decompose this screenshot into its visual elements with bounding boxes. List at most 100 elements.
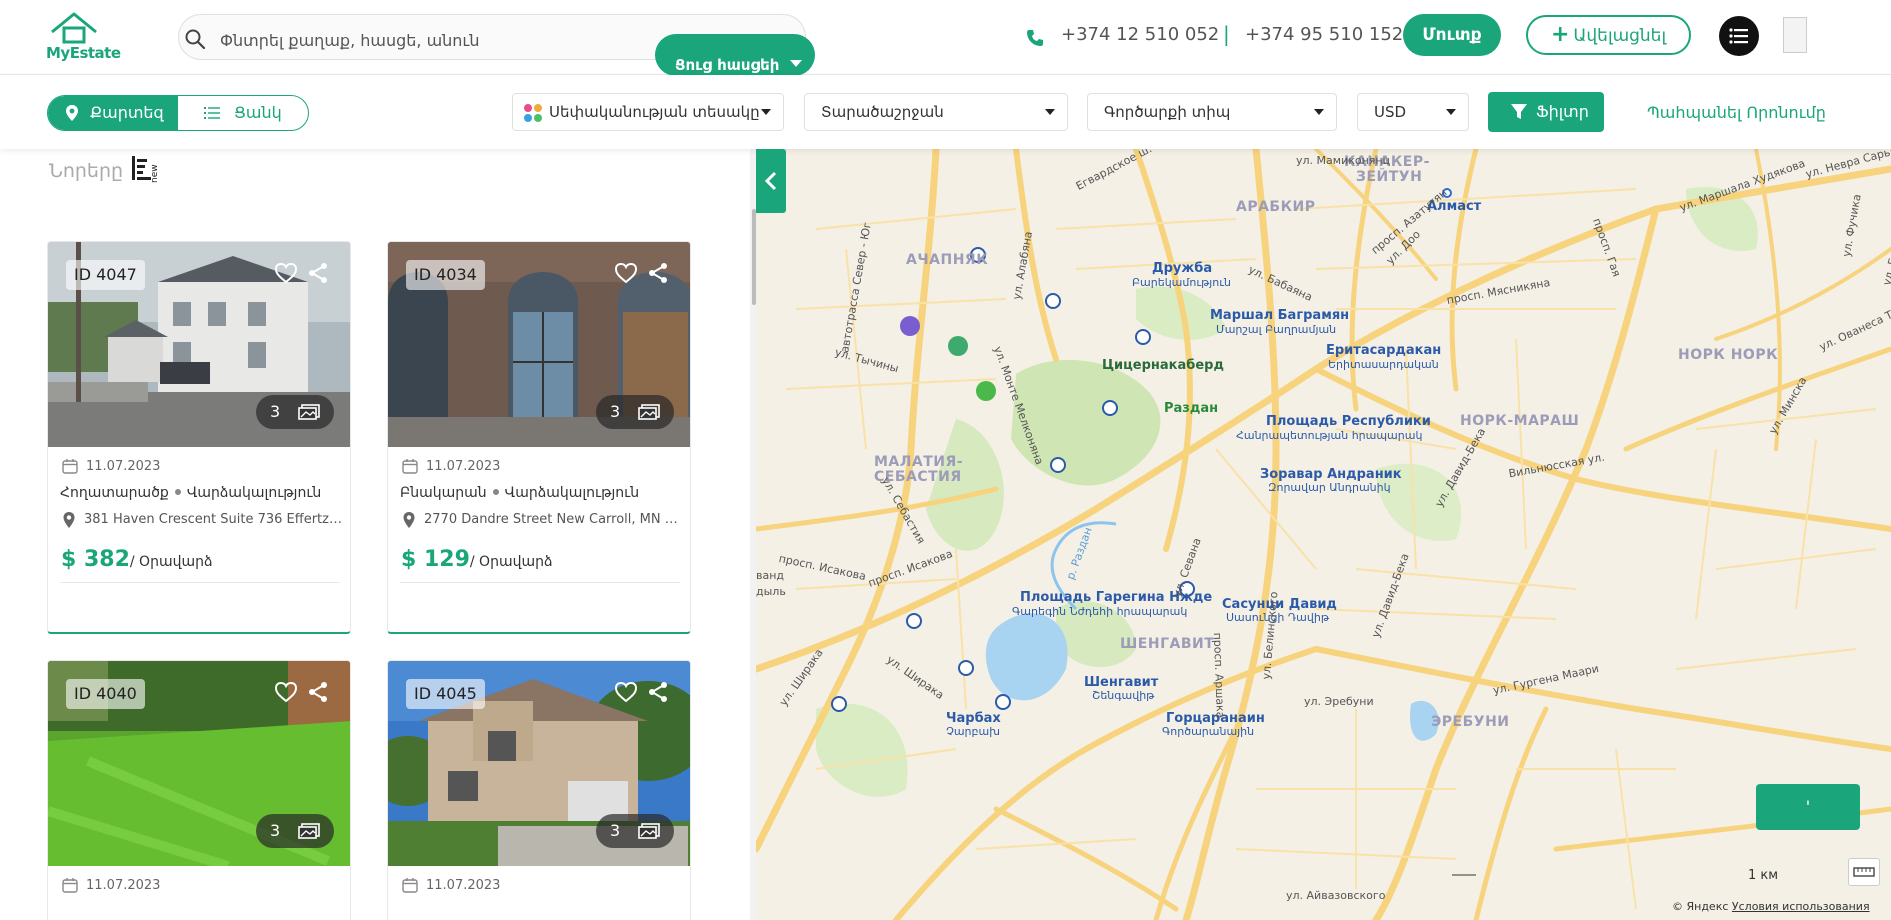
region-select[interactable]: Տարածաշրջան xyxy=(804,93,1068,131)
phone-number-1[interactable]: +374 12 510 052 xyxy=(1061,24,1219,45)
search-icon[interactable] xyxy=(184,28,206,50)
separator-dot xyxy=(492,489,499,495)
add-listing-label: Ավելացնել xyxy=(1573,26,1667,46)
heart-icon[interactable] xyxy=(274,681,298,703)
listing-date: 11.07.2023 xyxy=(426,878,501,893)
collapse-panel-button[interactable] xyxy=(756,149,786,213)
listing-card[interactable]: ID 4034 3 11.07.2023 Բնակարան Վարձակալութ… xyxy=(387,241,691,634)
metro-station-label: Маршал Баграмян xyxy=(1210,308,1350,323)
heart-icon[interactable] xyxy=(614,681,638,703)
listing-deal-type: Վարձակալություն xyxy=(504,485,640,501)
property-type-select[interactable]: Սեփականության տեսակը xyxy=(512,93,784,131)
listing-id-badge: ID 4045 xyxy=(406,679,485,709)
currency-select[interactable]: USD xyxy=(1357,93,1469,131)
street-label: ул. Айвазовского xyxy=(1286,889,1386,902)
map-view[interactable]: КАНАКЕР- ЗЕЙТУН АРАБКИР АЧАПНЯК НОРК НОР… xyxy=(756,149,1891,920)
property-type-icon xyxy=(524,104,542,122)
listing-card[interactable]: ID 4047 3 11.07.2023 Հողատարածք Վարձակալո… xyxy=(47,241,351,634)
divider xyxy=(60,582,340,583)
metro-station-sublabel: Բարեկամություն xyxy=(1132,276,1231,289)
add-listing-button[interactable]: + Ավելացնել xyxy=(1526,15,1691,55)
calendar-icon xyxy=(62,459,78,474)
chevron-down-icon xyxy=(790,60,802,67)
divider xyxy=(400,582,680,583)
list-menu-icon xyxy=(1729,28,1748,44)
street-label: ул. Мамиконянц xyxy=(1296,154,1391,167)
terms-link[interactable]: Условия использования xyxy=(1732,900,1870,913)
metro-station-sublabel: Զորավար Անդրանիկ xyxy=(1268,481,1391,494)
photo-count-badge[interactable]: 3 xyxy=(596,814,674,848)
listing-date: 11.07.2023 xyxy=(86,459,161,474)
photo-count-badge[interactable]: 3 xyxy=(256,395,334,429)
map-district-label: ЭРЕБУНИ xyxy=(1431,714,1510,730)
metro-station-label: Дружба xyxy=(1152,261,1213,276)
sort-icon-text: new xyxy=(150,164,160,183)
listing-panel: Նորերը new ID 4047 3 11.07.2023 Հողատարա… xyxy=(0,149,756,920)
photo-count-badge[interactable]: 3 xyxy=(256,814,334,848)
ruler-glyph xyxy=(1853,867,1875,877)
deal-type-label: Գործարքի տիպ xyxy=(1104,103,1231,121)
metro-station-label: Площадь Республики xyxy=(1266,414,1431,429)
filter-button[interactable]: Ֆիլտր xyxy=(1488,92,1604,132)
price-value: $ 129 xyxy=(401,547,470,572)
map-action-button[interactable]: ' xyxy=(1756,784,1860,830)
caret-down-icon xyxy=(1045,109,1055,115)
login-button[interactable]: Մուտք xyxy=(1403,14,1501,56)
logo-text[interactable]: MyEstate xyxy=(46,44,121,62)
view-list-button[interactable]: Ցանկ xyxy=(178,96,308,130)
metro-station-sublabel: Մարշալ Բաղրամյան xyxy=(1216,323,1337,336)
share-icon[interactable] xyxy=(307,262,329,284)
photo-count: 3 xyxy=(610,402,621,421)
map-pin-icon xyxy=(66,105,78,121)
search-input[interactable] xyxy=(220,28,640,52)
street-label: ванд xyxy=(756,569,785,582)
share-icon[interactable] xyxy=(307,681,329,703)
listing-date: 11.07.2023 xyxy=(426,459,501,474)
photo-count: 3 xyxy=(610,821,621,840)
menu-button[interactable] xyxy=(1719,16,1759,56)
phone-number-2[interactable]: +374 95 510 152 xyxy=(1245,24,1403,45)
image-icon xyxy=(638,404,660,420)
phone-icon xyxy=(1027,30,1043,46)
image-icon xyxy=(298,823,320,839)
listing-card[interactable]: ID 4045 3 11.07.2023 xyxy=(387,660,691,920)
map-district-label: ШЕНГАВИТ xyxy=(1120,636,1215,652)
share-icon[interactable] xyxy=(647,681,669,703)
view-map-button[interactable]: Քարտեզ xyxy=(48,96,178,130)
plus-icon: + xyxy=(1550,22,1570,47)
save-search-link[interactable]: Պահպանել Որոնումը xyxy=(1647,103,1826,122)
header: MyEstate Ցուց հասցեի +374 12 510 052 | +… xyxy=(0,0,1891,76)
listing-address: 381 Haven Crescent Suite 736 Effertzmout… xyxy=(84,512,344,527)
metro-station-sublabel: Հանրապետության հրապարակ xyxy=(1236,429,1423,442)
view-list-label: Ցանկ xyxy=(234,103,282,122)
listing-card[interactable]: ID 4040 3 11.07.2023 xyxy=(47,660,351,920)
caret-down-icon xyxy=(1314,109,1324,115)
share-icon[interactable] xyxy=(647,262,669,284)
deal-type-select[interactable]: Գործարքի տիպ xyxy=(1087,93,1337,131)
region-label: Տարածաշրջան xyxy=(821,103,944,121)
metro-station-label: Шенгавит xyxy=(1084,675,1159,690)
price-value: $ 382 xyxy=(61,547,130,572)
price-period: / Օրավարձ xyxy=(129,554,213,570)
heart-icon[interactable] xyxy=(614,262,638,284)
show-address-button[interactable]: Ցուց հասցեի xyxy=(655,34,815,76)
map-district-label: АЧАПНЯК xyxy=(906,252,989,268)
price-period: / Օրավարձ xyxy=(469,554,553,570)
sort-label[interactable]: Նորերը xyxy=(49,160,123,182)
calendar-icon xyxy=(402,878,418,893)
calendar-icon xyxy=(62,878,78,893)
view-toggle: Քարտեզ Ցանկ xyxy=(47,95,309,131)
street-label: дыль xyxy=(756,585,786,598)
map-district-label: АРАБКИР xyxy=(1236,199,1316,215)
heart-icon[interactable] xyxy=(274,262,298,284)
listing-price: $ 382/ Օրավարձ xyxy=(61,547,212,572)
metro-station-label: Чарбах xyxy=(946,711,1001,726)
sort-newest-icon[interactable]: new xyxy=(130,153,160,187)
photo-count-badge[interactable]: 3 xyxy=(596,395,674,429)
map-place-label: Цицернакаберд xyxy=(1102,358,1224,373)
ruler-icon[interactable] xyxy=(1848,858,1880,886)
metro-station-sublabel: Գործարանային xyxy=(1162,725,1255,738)
photo-count: 3 xyxy=(270,821,281,840)
language-flag-icon[interactable] xyxy=(1783,17,1807,53)
location-pin-icon xyxy=(63,512,75,528)
